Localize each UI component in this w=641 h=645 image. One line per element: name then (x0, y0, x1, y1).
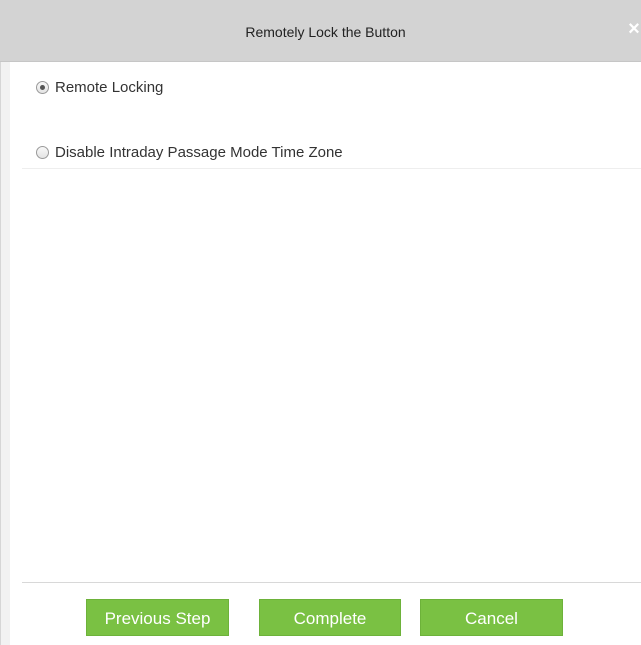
close-icon[interactable]: × (625, 19, 641, 39)
footer-divider (22, 582, 641, 583)
previous-step-button[interactable]: Previous Step (86, 599, 229, 636)
radio-option-disable-passage-mode[interactable]: Disable Intraday Passage Mode Time Zone (36, 144, 343, 161)
dialog-titlebar: Remotely Lock the Button × (0, 0, 641, 62)
radio-button-disable-passage-mode[interactable] (36, 146, 49, 159)
radio-option-remote-locking[interactable]: Remote Locking (36, 79, 163, 96)
dialog-title: Remotely Lock the Button (245, 24, 406, 40)
options-divider (22, 168, 641, 169)
complete-button[interactable]: Complete (259, 599, 401, 636)
cancel-button[interactable]: Cancel (420, 599, 563, 636)
radio-label-disable-passage-mode: Disable Intraday Passage Mode Time Zone (55, 144, 343, 161)
remote-lock-dialog: Remotely Lock the Button × Remote Lockin… (0, 0, 641, 645)
radio-label-remote-locking: Remote Locking (55, 79, 164, 96)
radio-button-remote-locking[interactable] (36, 81, 49, 94)
